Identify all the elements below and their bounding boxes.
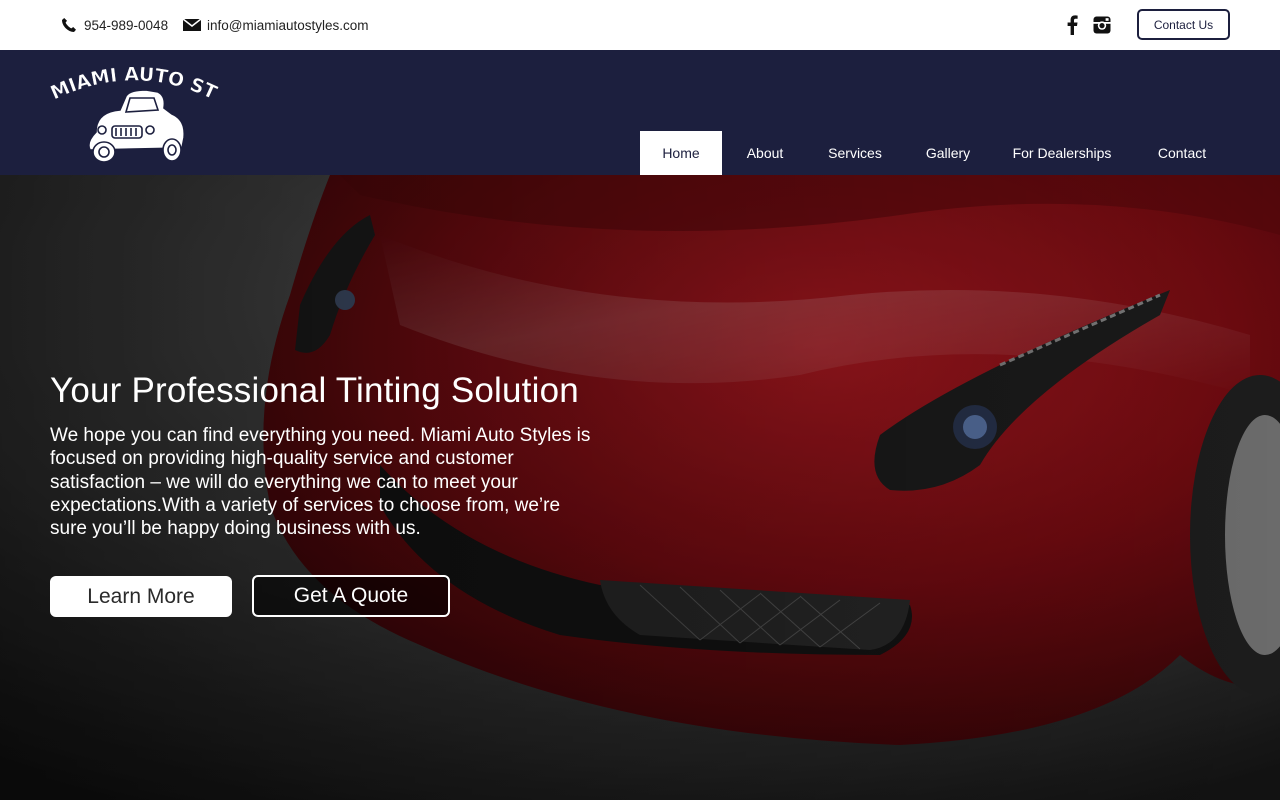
top-bar: 954-989-0048 info@miamiautostyles.com Co… xyxy=(0,0,1280,50)
email-contact[interactable]: info@miamiautostyles.com xyxy=(183,0,369,50)
contact-us-button[interactable]: Contact Us xyxy=(1137,9,1230,40)
site-logo[interactable]: MIAMI AUTO STYLES xyxy=(42,45,222,166)
hero-title: Your Professional Tinting Solution xyxy=(50,371,579,410)
nav-home[interactable]: Home xyxy=(640,131,722,175)
site-header: MIAMI AUTO STYLES Home About Services Ga… xyxy=(0,45,1280,175)
phone-icon xyxy=(60,16,78,34)
nav-gallery[interactable]: Gallery xyxy=(902,131,994,175)
instagram-icon[interactable] xyxy=(1091,14,1113,36)
nav-contact[interactable]: Contact xyxy=(1130,131,1234,175)
facebook-icon[interactable] xyxy=(1061,14,1083,36)
envelope-icon xyxy=(183,16,201,34)
hero-section: Your Professional Tinting Solution We ho… xyxy=(0,175,1280,800)
get-a-quote-button[interactable]: Get A Quote xyxy=(252,575,450,617)
phone-contact[interactable]: 954-989-0048 xyxy=(60,0,168,50)
email-address: info@miamiautostyles.com xyxy=(207,17,369,33)
learn-more-button[interactable]: Learn More xyxy=(50,576,232,617)
nav-about[interactable]: About xyxy=(722,131,808,175)
nav-services[interactable]: Services xyxy=(808,131,902,175)
hero-description: We hope you can find everything you need… xyxy=(50,425,591,540)
nav-for-dealerships[interactable]: For Dealerships xyxy=(994,131,1130,175)
phone-number: 954-989-0048 xyxy=(84,17,169,33)
main-nav: Home About Services Gallery For Dealersh… xyxy=(640,131,1234,175)
